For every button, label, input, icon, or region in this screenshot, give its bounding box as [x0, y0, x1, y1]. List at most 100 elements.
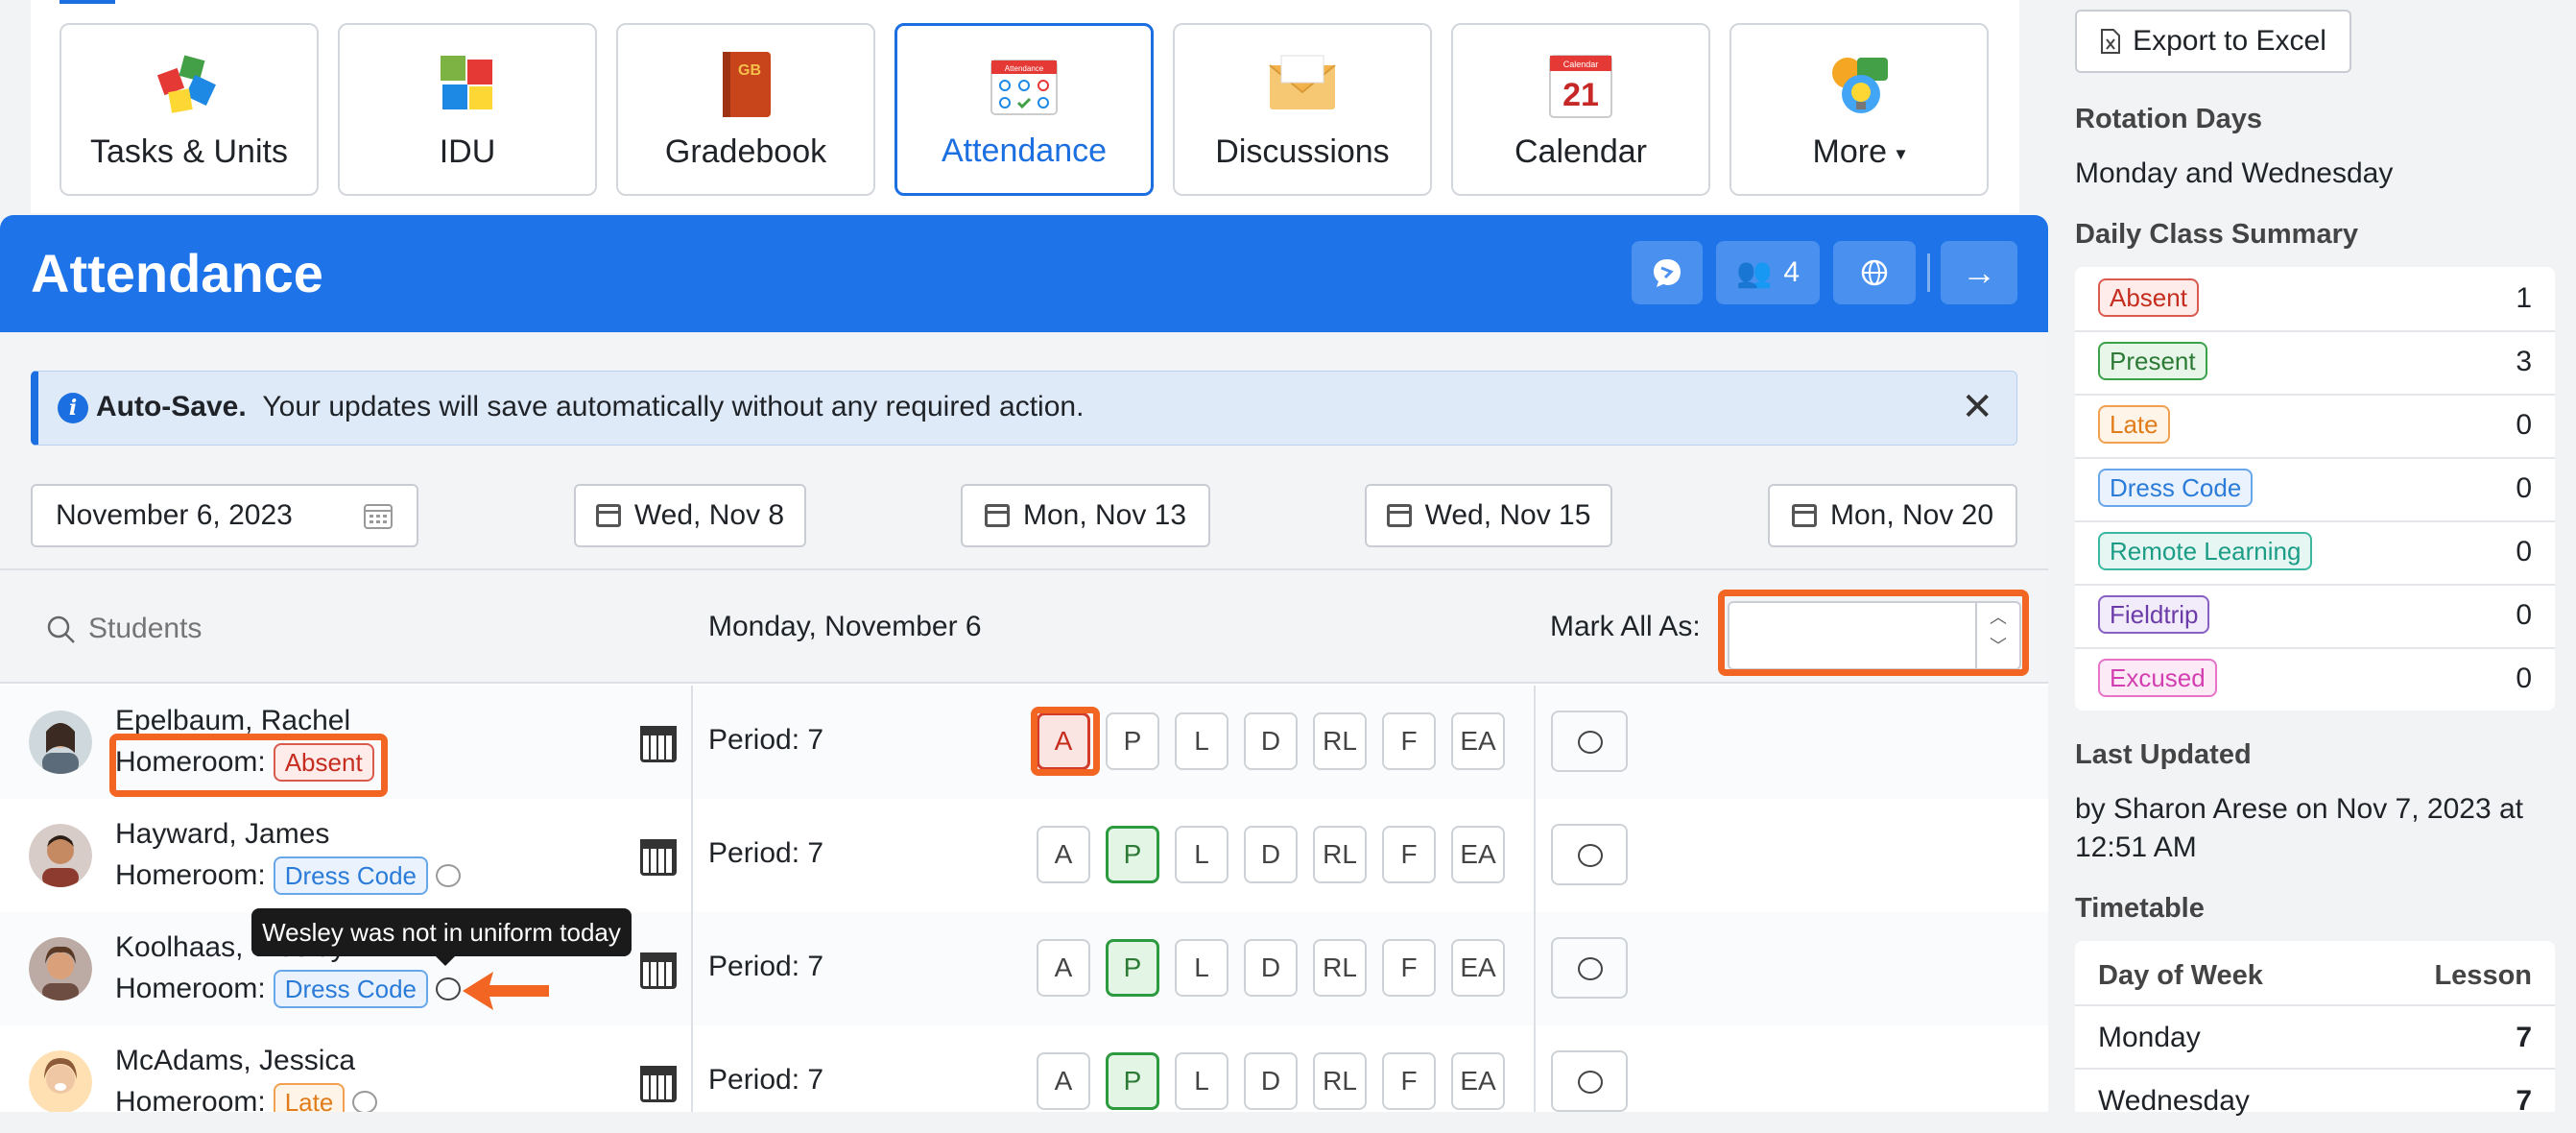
divider: [1534, 912, 1536, 1025]
tool-idu[interactable]: IDU: [338, 23, 597, 196]
students-search-input[interactable]: [86, 603, 566, 655]
student-name[interactable]: McAdams, Jessica: [115, 1045, 355, 1077]
student-name[interactable]: Hayward, James: [115, 818, 329, 851]
summary-count: 0: [2516, 472, 2532, 504]
code-button-a[interactable]: A: [1037, 826, 1090, 883]
calendar-icon-day: 21: [1562, 77, 1599, 113]
code-button-ea[interactable]: EA: [1451, 712, 1505, 770]
date-button-nov13[interactable]: Mon, Nov 13: [961, 484, 1210, 547]
code-button-l[interactable]: L: [1175, 1052, 1228, 1110]
code-button-l[interactable]: L: [1175, 939, 1228, 997]
table-row: Epelbaum, Rachel Homeroom: Absent Period:…: [0, 686, 2048, 801]
code-button-a[interactable]: A: [1037, 939, 1090, 997]
comment-icon[interactable]: [352, 1091, 378, 1112]
updated-text-1: by Sharon Arese on Nov 7, 2023 at: [2075, 793, 2523, 825]
code-button-ea[interactable]: EA: [1451, 1052, 1505, 1110]
rotation-value: Monday and Wednesday: [2075, 157, 2394, 189]
code-button-rl[interactable]: RL: [1313, 712, 1367, 770]
gradebook-icon-text: GB: [738, 62, 761, 79]
tool-more[interactable]: More ▾: [1729, 23, 1989, 196]
code-button-a[interactable]: A: [1037, 1052, 1090, 1110]
code-button-ea[interactable]: EA: [1451, 826, 1505, 883]
comment-button[interactable]: [1551, 1050, 1628, 1112]
summary-badge: Absent: [2098, 278, 2199, 317]
arrow-right-icon: →: [1962, 253, 1996, 292]
tool-gradebook[interactable]: GB Gradebook: [616, 23, 875, 196]
calendar-grid-icon: [364, 504, 393, 529]
code-button-f[interactable]: F: [1382, 712, 1436, 770]
students-button[interactable]: 👥 4: [1716, 241, 1820, 304]
comment-button[interactable]: [1551, 711, 1628, 772]
status-badge: Dress Code: [273, 970, 428, 1008]
timetable-day: Monday: [2098, 1022, 2201, 1053]
timetable-lesson: 7: [2516, 1085, 2532, 1117]
timetable: Day of Week Lesson Monday 7 Wednesday 7: [2075, 941, 2555, 1117]
divider: [691, 686, 693, 799]
next-button[interactable]: →: [1941, 241, 2017, 304]
lightbulb-icon: [1832, 58, 1888, 113]
list-item: Late 0: [2075, 394, 2555, 459]
code-button-ea[interactable]: EA: [1451, 939, 1505, 997]
comment-icon: [1578, 731, 1603, 754]
comment-icon[interactable]: [436, 977, 461, 1000]
student-name[interactable]: Epelbaum, Rachel: [115, 705, 350, 737]
divider: [691, 1025, 693, 1112]
tool-label: Calendar: [1515, 133, 1647, 170]
date-picker[interactable]: November 6, 2023: [31, 484, 418, 547]
summary-badge: Excused: [2098, 659, 2217, 697]
date-button-nov15[interactable]: Wed, Nov 15: [1365, 484, 1612, 547]
tool-attendance[interactable]: Attendance Attendance: [894, 23, 1154, 196]
calendar-icon[interactable]: [640, 839, 677, 876]
avatar: [29, 711, 92, 774]
rotation-title: Rotation Days: [2075, 104, 2262, 134]
table-row: Wednesday 7: [2075, 1068, 2555, 1133]
homeroom-label: Homeroom:: [115, 973, 266, 1004]
table-row: McAdams, Jessica Homeroom: Late Period: 7…: [0, 1025, 2048, 1112]
divider: [691, 912, 693, 1025]
tool-discussions[interactable]: Discussions: [1173, 23, 1432, 196]
calendar-icon: [984, 504, 1010, 527]
homeroom-label: Homeroom:: [115, 1086, 266, 1112]
code-button-d[interactable]: D: [1244, 826, 1298, 883]
code-button-p[interactable]: P: [1106, 826, 1159, 883]
code-button-l[interactable]: L: [1175, 712, 1228, 770]
info-icon: i: [58, 393, 88, 423]
code-button-p[interactable]: P: [1106, 939, 1159, 997]
date-button-nov20[interactable]: Mon, Nov 20: [1768, 484, 2017, 547]
list-item: Excused 0: [2075, 647, 2555, 711]
code-button-f[interactable]: F: [1382, 1052, 1436, 1110]
sidebar: Export to Excel Rotation Days Monday and…: [2048, 0, 2576, 1117]
date-label: Mon, Nov 20: [1829, 499, 1994, 531]
date-button-nov8[interactable]: Wed, Nov 8: [574, 484, 806, 547]
close-icon[interactable]: ✕: [1961, 385, 1993, 429]
chat-button[interactable]: [1632, 241, 1703, 304]
comment-button[interactable]: [1551, 824, 1628, 885]
code-button-p[interactable]: P: [1106, 712, 1159, 770]
comment-tooltip: Wesley was not in uniform today: [251, 908, 632, 966]
comment-icon[interactable]: [436, 864, 461, 887]
language-button[interactable]: [1833, 241, 1916, 304]
tool-tasks-units[interactable]: Tasks & Units: [60, 23, 319, 196]
code-button-rl[interactable]: RL: [1313, 826, 1367, 883]
calendar-icon[interactable]: [640, 726, 677, 762]
calendar-icon[interactable]: [640, 1066, 677, 1102]
code-button-f[interactable]: F: [1382, 939, 1436, 997]
comment-button[interactable]: [1551, 937, 1628, 999]
timetable-lesson: 7: [2516, 1022, 2532, 1053]
code-button-f[interactable]: F: [1382, 826, 1436, 883]
code-button-d[interactable]: D: [1244, 1052, 1298, 1110]
code-button-l[interactable]: L: [1175, 826, 1228, 883]
code-button-p[interactable]: P: [1106, 1052, 1159, 1110]
code-button-d[interactable]: D: [1244, 939, 1298, 997]
date-label: Mon, Nov 13: [1022, 499, 1187, 531]
tool-calendar[interactable]: Calendar 21 Calendar: [1451, 23, 1710, 196]
export-excel-button[interactable]: Export to Excel: [2075, 10, 2351, 73]
code-button-rl[interactable]: RL: [1313, 1052, 1367, 1110]
code-button-d[interactable]: D: [1244, 712, 1298, 770]
divider: [691, 799, 693, 912]
calendar-icon[interactable]: [640, 952, 677, 989]
panel-body: i Auto-Save. Your updates will save auto…: [0, 332, 2048, 1112]
table-header: Monday, November 6 Mark All As: ︿﹀: [0, 570, 2048, 684]
code-button-rl[interactable]: RL: [1313, 939, 1367, 997]
list-item: Fieldtrip 0: [2075, 584, 2555, 649]
